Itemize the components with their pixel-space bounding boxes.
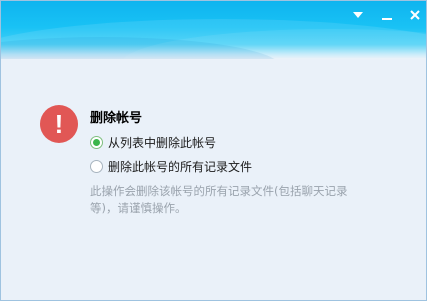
option-label: 从列表中删除此帐号 — [108, 135, 217, 150]
option-delete-all-records[interactable]: 删除此帐号的所有记录文件 — [90, 158, 252, 174]
minimize-icon — [382, 18, 392, 20]
dialog-title: 删除帐号 — [90, 111, 143, 126]
close-button[interactable] — [406, 7, 424, 23]
exclamation-mark-icon: ! — [54, 109, 64, 139]
close-icon — [410, 10, 420, 20]
radio-button-unchecked[interactable] — [90, 159, 103, 173]
title-bar — [1, 1, 426, 59]
exclamation-alert-icon: ! — [40, 105, 78, 143]
warning-hint-text: 此操作会删除该帐号的所有记录文件(包括聊天记录等)，请谨慎操作。 — [90, 184, 348, 215]
radio-button-checked[interactable] — [90, 135, 103, 149]
radio-dot — [93, 138, 100, 146]
option-label: 删除此帐号的所有记录文件 — [108, 159, 253, 174]
option-remove-from-list[interactable]: 从列表中删除此帐号 — [90, 134, 216, 150]
dialog-window: ! 删除帐号 从列表中删除此帐号 删除此帐号的所有记录文件 此操作会删除该帐号的… — [0, 0, 427, 301]
dropdown-triangle-icon — [353, 12, 363, 18]
menu-button[interactable] — [349, 7, 367, 23]
minimize-button[interactable] — [378, 7, 396, 23]
